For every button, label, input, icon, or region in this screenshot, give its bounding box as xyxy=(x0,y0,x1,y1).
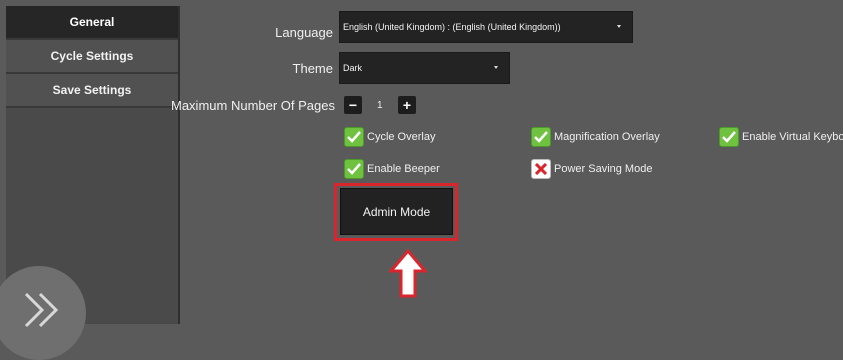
option-cycle-overlay[interactable]: Cycle Overlay xyxy=(344,127,435,147)
sidebar-divider xyxy=(178,6,180,324)
sidebar-item-save-settings[interactable]: Save Settings xyxy=(6,74,178,108)
sidebar-item-cycle-settings[interactable]: Cycle Settings xyxy=(6,40,178,74)
checkmark-icon xyxy=(719,127,739,147)
decrement-button[interactable]: − xyxy=(344,96,362,114)
max-pages-label: Maximum Number Of Pages xyxy=(171,98,335,113)
expand-sidebar-button[interactable] xyxy=(0,266,86,360)
checkmark-icon xyxy=(344,159,364,179)
option-label: Enable Beeper xyxy=(367,163,440,175)
chevron-down-icon xyxy=(494,66,498,69)
double-chevron-right-icon xyxy=(24,292,59,328)
language-label: Language xyxy=(275,25,333,40)
theme-value: Dark xyxy=(343,63,363,73)
checkmark-icon xyxy=(531,127,551,147)
theme-label: Theme xyxy=(292,61,333,76)
language-value: English (United Kingdom) : (English (Uni… xyxy=(343,22,561,32)
cross-icon xyxy=(531,159,551,179)
option-label: Cycle Overlay xyxy=(367,131,436,143)
chevron-down-icon xyxy=(617,25,621,28)
option-label: Enable Virtual Keyboa xyxy=(742,131,843,143)
arrow-up-icon xyxy=(389,249,427,298)
sidebar-item-general[interactable]: General xyxy=(6,6,178,40)
option-enable-virtual-keyboard[interactable]: Enable Virtual Keyboa xyxy=(719,127,843,147)
language-dropdown[interactable]: English (United Kingdom) : (English (Uni… xyxy=(339,11,633,43)
highlight-box xyxy=(334,183,458,241)
option-magnification-overlay[interactable]: Magnification Overlay xyxy=(531,127,660,147)
option-label: Power Saving Mode xyxy=(554,163,653,175)
option-power-saving-mode[interactable]: Power Saving Mode xyxy=(531,159,652,179)
max-pages-value: 1 xyxy=(377,100,383,111)
increment-button[interactable]: + xyxy=(398,96,416,114)
checkmark-icon xyxy=(344,127,364,147)
theme-dropdown[interactable]: Dark xyxy=(339,52,510,84)
option-enable-beeper[interactable]: Enable Beeper xyxy=(344,159,440,179)
option-label: Magnification Overlay xyxy=(554,131,660,143)
